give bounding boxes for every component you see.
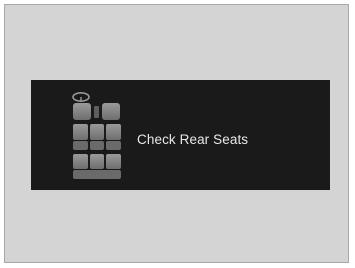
check-rear-seats-message: Check Rear Seats [137,132,249,147]
manual-figure-frame: Check Rear Seats [4,4,349,263]
front-seats [73,103,120,120]
rear-seat-reminder-icon [72,92,121,179]
steering-wheel-icon [72,92,90,102]
instrument-display: Check Rear Seats [31,80,330,190]
third-row-seats [73,154,121,179]
second-row-seats [73,124,121,150]
